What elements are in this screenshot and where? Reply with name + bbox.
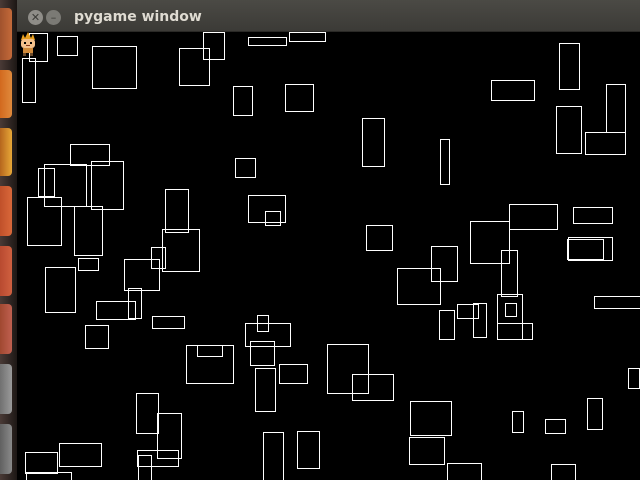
- game-canvas[interactable]: [17, 32, 640, 480]
- obstacle-rect: [179, 48, 210, 86]
- obstacle-rect: [186, 345, 234, 384]
- close-icon[interactable]: ✕: [28, 10, 43, 25]
- launcher-item[interactable]: [0, 304, 12, 354]
- obstacle-rect: [136, 393, 159, 434]
- obstacle-rect: [96, 301, 136, 320]
- obstacle-rect: [59, 443, 102, 467]
- obstacle-rect: [250, 341, 275, 366]
- launcher-item[interactable]: [0, 186, 12, 236]
- launcher-item[interactable]: [0, 128, 12, 176]
- obstacle-rect: [92, 46, 137, 89]
- obstacle-rect: [366, 225, 393, 251]
- obstacle-rect: [248, 37, 287, 46]
- obstacle-rect: [197, 345, 223, 357]
- obstacle-rect: [397, 268, 441, 305]
- obstacle-rect: [410, 401, 452, 436]
- obstacle-rect: [124, 259, 160, 291]
- obstacle-rect: [248, 195, 286, 223]
- obstacle-layer: [22, 32, 640, 480]
- obstacle-rect: [352, 374, 394, 401]
- obstacle-rect: [362, 118, 385, 167]
- obstacle-rect: [606, 84, 626, 133]
- obstacle-rect: [235, 158, 256, 178]
- player-character-icon: [21, 32, 35, 56]
- obstacle-rect: [491, 80, 535, 101]
- launcher-item[interactable]: [0, 424, 12, 474]
- obstacle-rect: [457, 304, 479, 319]
- obstacle-rect: [38, 168, 55, 197]
- obstacle-rect: [22, 58, 36, 103]
- obstacle-rect: [162, 229, 200, 272]
- obstacle-rect: [255, 368, 276, 412]
- obstacle-rect: [497, 323, 533, 340]
- obstacle-rect: [44, 164, 87, 207]
- obstacle-rect: [447, 463, 482, 480]
- obstacle-rect: [91, 161, 124, 210]
- obstacle-rect: [439, 310, 455, 340]
- obstacle-rect: [165, 189, 189, 233]
- obstacle-rect: [45, 267, 76, 313]
- obstacle-rect: [567, 239, 604, 260]
- obstacle-rect: [556, 106, 582, 154]
- obstacle-rect: [157, 413, 182, 459]
- obstacle-rect: [25, 452, 58, 474]
- obstacle-rect: [509, 204, 558, 230]
- obstacle-rect: [57, 36, 78, 56]
- obstacle-rect: [512, 411, 524, 433]
- launcher-item[interactable]: [0, 364, 12, 414]
- obstacle-rect: [628, 368, 640, 389]
- obstacle-rect: [587, 398, 603, 430]
- obstacle-rect: [279, 364, 308, 384]
- obstacle-rect: [138, 455, 152, 480]
- obstacle-rect: [568, 237, 613, 261]
- obstacle-rect: [431, 246, 458, 282]
- obstacle-rect: [70, 144, 110, 166]
- obstacle-rect: [470, 221, 510, 264]
- obstacle-rect: [233, 86, 253, 116]
- obstacle-rect: [545, 419, 566, 434]
- obstacle-rect: [85, 325, 109, 349]
- unity-launcher: [0, 0, 17, 480]
- obstacle-rect: [409, 437, 445, 465]
- minimize-icon[interactable]: –: [46, 10, 61, 25]
- launcher-item[interactable]: [0, 246, 12, 296]
- obstacle-rect: [203, 32, 225, 60]
- obstacle-rect: [263, 432, 284, 480]
- obstacle-rect: [327, 344, 369, 394]
- obstacle-rect: [440, 139, 450, 185]
- window-titlebar[interactable]: ✕ – pygame window: [17, 0, 640, 32]
- obstacle-rect: [285, 84, 314, 112]
- launcher-item[interactable]: [0, 8, 12, 60]
- obstacle-rect: [559, 43, 580, 90]
- window-title: pygame window: [74, 9, 202, 25]
- obstacle-rect: [473, 303, 487, 338]
- obstacle-rect: [151, 247, 166, 269]
- obstacle-rect: [505, 303, 517, 317]
- obstacle-rect: [74, 206, 103, 256]
- obstacle-rect: [289, 32, 326, 42]
- launcher-item[interactable]: [0, 70, 12, 118]
- obstacle-rect: [78, 258, 99, 271]
- obstacle-rect: [297, 431, 320, 469]
- obstacle-rect: [594, 296, 640, 309]
- obstacle-rect: [265, 211, 281, 226]
- obstacle-rect: [551, 464, 576, 480]
- obstacle-rect: [573, 207, 613, 224]
- obstacle-rect: [585, 132, 626, 155]
- obstacle-rect: [152, 316, 185, 329]
